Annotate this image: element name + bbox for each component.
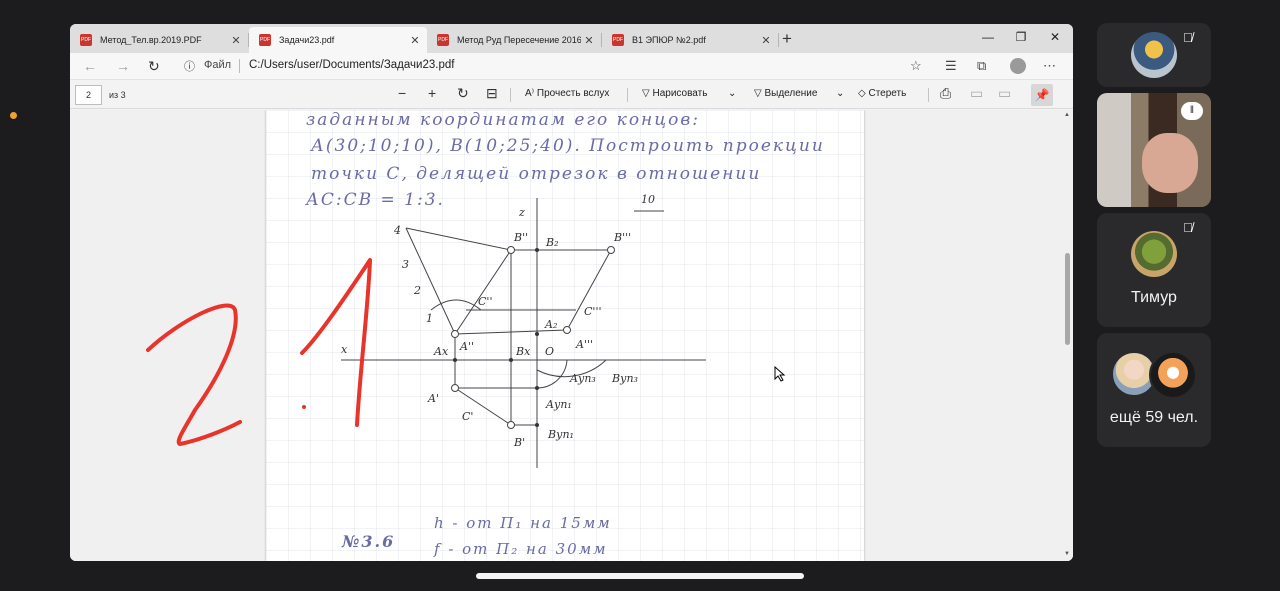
more-participants-count: ещё 59 чел.: [1109, 409, 1199, 426]
close-tab-icon[interactable]: ✕: [758, 34, 774, 47]
pdf-viewer[interactable]: заданным координатам его концов: А(30;10…: [70, 110, 1073, 561]
mic-muted-icon: 🎙̸: [1183, 30, 1193, 45]
page-number-input[interactable]: 2: [75, 85, 102, 105]
fit-page-icon[interactable]: ⊟: [486, 85, 498, 102]
speaking-indicator-icon: ǁ: [1181, 102, 1203, 120]
participant-tile-1[interactable]: 🎙̸: [1097, 23, 1211, 87]
favorites-list-icon[interactable]: ☰: [945, 58, 957, 74]
participant-avatar: [1131, 32, 1177, 78]
home-indicator: [476, 573, 804, 579]
close-tab-icon[interactable]: ✕: [228, 34, 244, 47]
page-total: из 3: [109, 90, 126, 100]
zoom-in-icon[interactable]: +: [428, 85, 436, 101]
address-bar: ← → ↻ ⓘ Файл C:/Users/user/Documents/Зад…: [70, 53, 1073, 80]
back-arrow-icon[interactable]: ←: [83, 58, 97, 74]
red-annotation-ink: [146, 258, 372, 446]
zoom-out-icon[interactable]: −: [398, 85, 406, 101]
shared-browser-window: PDF Метод_Тел.вр.2019.PDF ✕ PDF Задачи23…: [70, 24, 1073, 561]
site-info-label[interactable]: Файл: [204, 59, 231, 71]
draw-icon: ▽: [642, 88, 653, 99]
pdf-file-icon: PDF: [612, 34, 624, 46]
read-aloud-icon: A⁾: [525, 88, 537, 99]
highlight-icon: ▽: [754, 88, 765, 99]
maximize-button[interactable]: ❐: [1011, 30, 1031, 44]
toolbar-divider: [627, 88, 628, 102]
highlight-button[interactable]: ▽ Выделение: [754, 88, 817, 99]
rotate-icon[interactable]: ↻: [457, 85, 469, 102]
tab-metod-rud[interactable]: PDF Метод Руд Пересечение 2016.р ✕: [427, 27, 601, 53]
erase-button[interactable]: ◇ Стереть: [858, 88, 906, 99]
digit-2-stroke: [146, 303, 242, 446]
info-icon[interactable]: ⓘ: [184, 58, 195, 74]
mic-muted-icon: 🎙̸: [1183, 220, 1193, 235]
mouse-cursor-icon: [774, 366, 786, 382]
digit-1-stroke: [300, 258, 372, 427]
draw-button[interactable]: ▽ Нарисовать: [642, 88, 707, 99]
participant-tile-active-speaker[interactable]: ǁ: [1097, 93, 1211, 207]
pdf-file-icon: PDF: [437, 34, 449, 46]
profile-icon[interactable]: [1010, 58, 1026, 74]
tab-label: Метод_Тел.вр.2019.PDF: [100, 35, 202, 45]
close-tab-icon[interactable]: ✕: [581, 34, 597, 47]
pin-toolbar-icon[interactable]: 📌: [1031, 84, 1053, 106]
pdf-file-icon: PDF: [80, 34, 92, 46]
participant-tile-timur[interactable]: 🎙̸ Тимур: [1097, 213, 1211, 327]
forward-arrow-icon[interactable]: →: [116, 58, 130, 74]
draw-label: Нарисовать: [652, 88, 708, 99]
minimize-button[interactable]: —: [978, 30, 998, 44]
tab-bar: PDF Метод_Тел.вр.2019.PDF ✕ PDF Задачи23…: [70, 24, 1073, 53]
more-menu-icon[interactable]: ⋯: [1043, 58, 1056, 74]
tab-zadachi23[interactable]: PDF Задачи23.pdf ✕: [249, 27, 427, 53]
collections-icon[interactable]: ⧉: [977, 58, 986, 74]
draw-options-chevron-icon[interactable]: ⌄: [728, 88, 736, 99]
tab-label: В1 ЭПЮР №2.pdf: [632, 35, 706, 45]
read-aloud-label: Прочесть вслух: [536, 88, 610, 99]
toolbar-divider: [510, 88, 511, 102]
save-as-icon[interactable]: ▭: [998, 85, 1011, 102]
participant-avatar: [1149, 351, 1197, 399]
url-input[interactable]: C:/Users/user/Documents/Задачи23.pdf: [249, 59, 454, 71]
read-aloud-button[interactable]: A⁾ Прочесть вслух: [525, 88, 609, 99]
close-tab-icon[interactable]: ✕: [407, 34, 423, 47]
participant-face: [1142, 133, 1198, 193]
new-tab-button[interactable]: +: [782, 29, 792, 49]
pdf-file-icon: PDF: [259, 34, 271, 46]
url-divider: [239, 59, 240, 73]
status-dot: [10, 112, 17, 119]
pdf-toolbar: 2 из 3 − + ↻ ⊟ A⁾ Прочесть вслух ▽ Нарис…: [70, 81, 1073, 109]
tab-metod-tel[interactable]: PDF Метод_Тел.вр.2019.PDF ✕: [70, 27, 248, 53]
erase-label: Стереть: [868, 88, 907, 99]
print-icon[interactable]: ⎙: [940, 85, 951, 102]
tab-v1-epur[interactable]: PDF В1 ЭПЮР №2.pdf ✕: [602, 27, 778, 53]
close-window-button[interactable]: ✕: [1045, 30, 1065, 44]
highlight-label: Выделение: [764, 88, 818, 99]
ratio-dot: [302, 405, 306, 409]
toolbar-divider: [928, 88, 929, 102]
favorite-star-icon[interactable]: ☆: [910, 58, 922, 74]
reload-icon[interactable]: ↻: [148, 58, 160, 75]
eraser-icon: ◇: [858, 88, 869, 99]
participant-avatar: [1131, 231, 1177, 277]
highlight-options-chevron-icon[interactable]: ⌄: [836, 88, 844, 99]
save-icon[interactable]: ▭: [970, 85, 983, 102]
tab-divider: [778, 33, 779, 47]
more-participants-tile[interactable]: ещё 59 чел.: [1097, 333, 1211, 447]
tab-label: Метод Руд Пересечение 2016.р: [457, 35, 581, 45]
meeting-screen: PDF Метод_Тел.вр.2019.PDF ✕ PDF Задачи23…: [0, 0, 1280, 591]
tab-label: Задачи23.pdf: [279, 35, 335, 45]
participant-name: Тимур: [1131, 289, 1177, 306]
